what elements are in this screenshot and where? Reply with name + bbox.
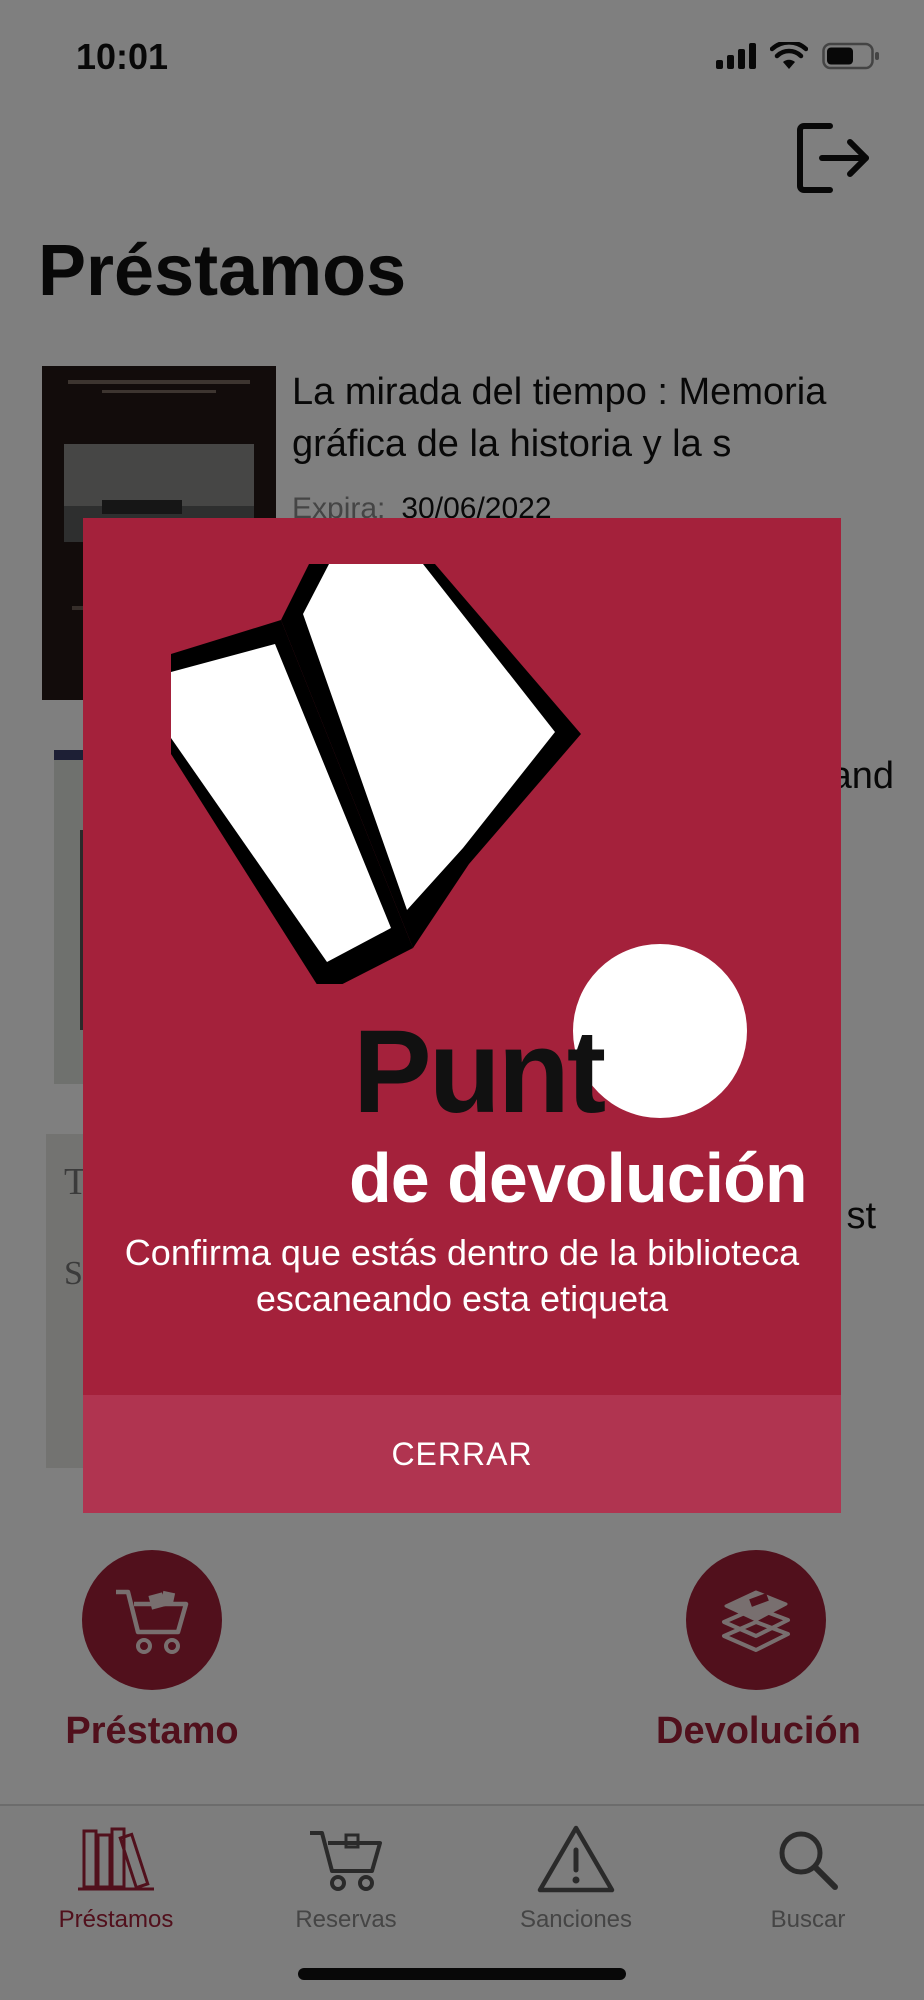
logo-text-devolucion: de devolución: [349, 1139, 808, 1217]
close-button[interactable]: CERRAR: [83, 1395, 841, 1513]
logo-text-punt: Punt: [353, 1006, 606, 1138]
return-point-modal: Punt de devolución Confirma que estás de…: [83, 518, 841, 1513]
modal-message: Confirma que estás dentro de la bibliote…: [124, 1232, 800, 1319]
return-point-logo: Punt de devolución: [171, 564, 808, 1217]
open-book-icon: [171, 564, 581, 984]
